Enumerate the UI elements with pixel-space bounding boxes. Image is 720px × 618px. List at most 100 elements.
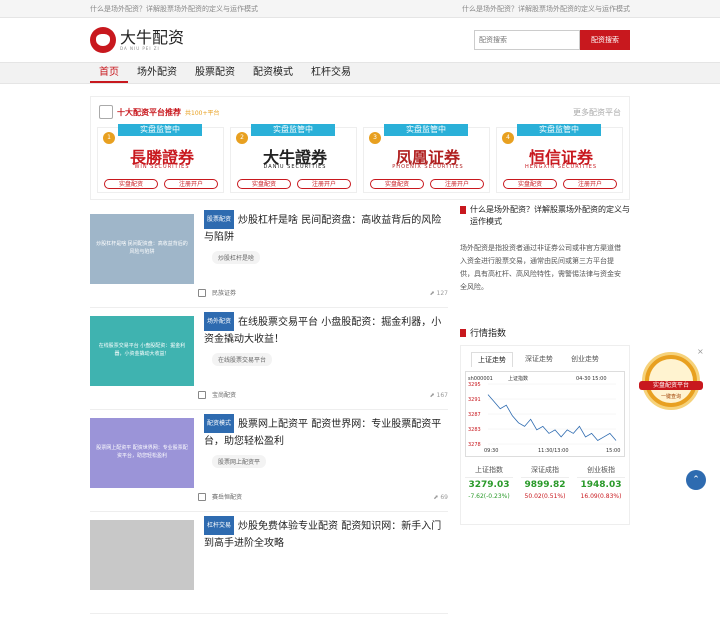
nav-item-stock[interactable]: 股票配资 [186, 63, 244, 83]
floating-badge-label: 实盘配资平台 [639, 381, 703, 390]
index-item: 上证指数 3279.03 -7.62(-0.23%) [465, 465, 513, 500]
article-list: 炒股杠杆是啥 民间配资盘：高收益背后的风险与陷阱 股票配资 炒股杠杆是啥 民间配资盘… [90, 210, 448, 618]
close-icon[interactable]: × [697, 347, 704, 356]
source-icon [198, 493, 206, 501]
real-trade-button[interactable]: 实盘配资 [104, 179, 158, 189]
article-source: 赛岳恒配资 [212, 494, 243, 501]
source-icon [198, 289, 206, 297]
list-item: 在线股票交易平台 小盘股配资：掘金利器，小资金撬动大收益！ 场外配资 在线股票交易平… [90, 312, 448, 410]
article-thumbnail[interactable]: 炒股杠杆是啥 民间配资盘：高收益背后的风险与陷阱 [90, 214, 194, 284]
list-item: 杠杆交易 炒股免费体验专业配资 配资知识网：新手入门到高手进阶全攻略 [90, 516, 448, 614]
platform-title: 十大配资平台推荐 [117, 107, 181, 117]
register-button[interactable]: 注册开户 [297, 179, 351, 189]
article-body: 股票配资 炒股杠杆是啥 民间配资盘：高收益背后的风险与陷阱 炒股杠杆是啥 民族证券 ⬈ … [194, 210, 448, 307]
article-keyword-tag[interactable]: 股票网上配资平 [212, 455, 267, 468]
article-thumbnail[interactable] [90, 520, 194, 590]
register-button[interactable]: 注册开户 [563, 179, 617, 189]
article-title[interactable]: 场外配资 在线股票交易平台 小盘股配资：掘金利器，小资金撬动大收益！ [204, 312, 448, 348]
nav-item-home[interactable]: 首页 [90, 63, 128, 83]
card-buttons: 实盘配资 注册开户 [104, 179, 218, 189]
article-thumbnail[interactable]: 在线股票交易平台 小盘股配资：掘金利器，小资金撬动大收益！ [90, 316, 194, 386]
article-thumbnail[interactable]: 股票网上配资平 配资世界网：专业股票配资平台，助您轻松盈利 [90, 418, 194, 488]
real-trade-button[interactable]: 实盘配资 [237, 179, 291, 189]
article-category-badge[interactable]: 股票配资 [204, 210, 235, 229]
register-button[interactable]: 注册开户 [164, 179, 218, 189]
article-title[interactable]: 杠杆交易 炒股免费体验专业配资 配资知识网：新手入门到高手进阶全攻略 [204, 516, 448, 552]
index-delta: 50.02(0.51%) [524, 493, 566, 500]
article-views: ⬈ 69 [433, 494, 448, 501]
y-tick-label: 3287 [468, 412, 481, 418]
article-keyword-tag[interactable]: 炒股杠杆是啥 [212, 251, 261, 264]
more-platforms-link[interactable]: 更多配资平台 [573, 107, 621, 118]
card-brand-eng: DANIU SECURITIES [263, 164, 327, 170]
index-name: 上证指数 [465, 465, 513, 478]
main-nav: 首页 场外配资 股票配资 配资模式 杠杆交易 [0, 62, 720, 84]
search-button[interactable]: 配资搜索 [580, 30, 630, 50]
x-tick-label: 09:30 [484, 448, 498, 454]
platform-card[interactable]: 实盘监管中 2 大牛證券 DANIU SECURITIES 实盘配资 注册开户 [230, 124, 357, 193]
site-logo[interactable]: 大牛配资 DA NIU PEI ZI [90, 27, 184, 53]
bookmark-icon [460, 206, 466, 214]
tab-shenzhen[interactable]: 深证走势 [519, 352, 559, 367]
card-rank-badge: 4 [502, 132, 514, 144]
top-bar-right-link[interactable]: 什么是场外配资？详解股票场外配资的定义与运作模式 [462, 4, 630, 14]
floating-platform-badge[interactable]: 实盘配资平台 一键查询 [639, 352, 703, 410]
index-values: 上证指数 3279.03 -7.62(-0.23%) 深证成指 9899.82 50.02… [461, 457, 629, 500]
card-status-tag: 实盘监管中 [517, 124, 601, 136]
article-title[interactable]: 配资模式 股票网上配资平 配资世界网：专业股票配资平台，助您轻松盈利 [204, 414, 448, 450]
article-views: ⬈ 167 [429, 392, 448, 399]
chart-time: 04-30 15:00 [576, 376, 607, 382]
article-source: 民族证券 [212, 290, 237, 297]
thumbnail-caption: 股票网上配资平 配资世界网：专业股票配资平台，助您轻松盈利 [96, 445, 188, 459]
card-rank-badge: 3 [369, 132, 381, 144]
article-keyword-tag[interactable]: 在线股票交易平台 [212, 353, 273, 366]
card-status-tag: 实盘监管中 [251, 124, 335, 136]
list-item: 股票网上配资平 配资世界网：专业股票配资平台，助您轻松盈利 配资模式 股票网上配资平… [90, 414, 448, 512]
platform-card[interactable]: 实盘监管中 3 凤凰证券 PHOENIX SECURITIES 实盘配资 注册开户 [363, 124, 490, 193]
card-buttons: 实盘配资 注册开户 [503, 179, 617, 189]
top-bar-left-link[interactable]: 什么是场外配资？详解股票场外配资的定义与运作模式 [90, 4, 258, 14]
nav-item-mode[interactable]: 配资模式 [244, 63, 302, 83]
article-category-badge[interactable]: 杠杆交易 [204, 516, 235, 535]
logo-name: 大牛配资 [120, 27, 185, 47]
back-to-top-button[interactable]: ⌃ [686, 470, 706, 490]
market-title: 行情指数 [460, 326, 506, 339]
tab-chinext[interactable]: 创业走势 [565, 352, 605, 367]
platform-card[interactable]: 实盘监管中 4 恒信证券 HENGXIN SECURITIES 实盘配资 注册开户 [496, 124, 623, 193]
x-tick-label: 11:30/13:00 [538, 448, 569, 454]
list-item: 炒股杠杆是啥 民间配资盘：高收益背后的风险与陷阱 股票配资 炒股杠杆是啥 民间配资盘… [90, 210, 448, 308]
register-button[interactable]: 注册开户 [430, 179, 484, 189]
sidebar-article-text: 场外配资是指投资者通过非证券公司或非官方渠道借入资金进行股票交易，通常由民间或第… [460, 244, 621, 291]
card-status-tag: 实盘监管中 [384, 124, 468, 136]
card-brand-eng: WIN SECURITIES [134, 164, 190, 170]
bull-logo-icon [90, 27, 116, 53]
sidebar: 什么是场外配资？详解股票场外配资的定义与运作模式 场外配资是指投资者通过非证券公… [460, 200, 630, 525]
tab-shanghai[interactable]: 上证走势 [471, 352, 513, 367]
platform-header: 十大配资平台推荐 共100+平台 更多配资平台 [91, 97, 629, 127]
article-title[interactable]: 股票配资 炒股杠杆是啥 民间配资盘：高收益背后的风险与陷阱 [204, 210, 448, 246]
y-tick-label: 3278 [468, 442, 481, 448]
article-category-badge[interactable]: 场外配资 [204, 312, 235, 331]
index-line [487, 394, 617, 441]
real-trade-button[interactable]: 实盘配资 [370, 179, 424, 189]
platform-count: 共100+平台 [185, 109, 220, 117]
article-body: 杠杆交易 炒股免费体验专业配资 配资知识网：新手入门到高手进阶全攻略 [194, 516, 448, 613]
card-buttons: 实盘配资 注册开户 [237, 179, 351, 189]
card-buttons: 实盘配资 注册开户 [370, 179, 484, 189]
search-input[interactable] [474, 30, 580, 50]
article-body: 配资模式 股票网上配资平 配资世界网：专业股票配资平台，助您轻松盈利股票网上配资平… [194, 414, 448, 511]
real-trade-button[interactable]: 实盘配资 [503, 179, 557, 189]
card-status-tag: 实盘监管中 [118, 124, 202, 136]
bookmark-icon [460, 328, 466, 337]
floating-badge-sub: 一键查询 [660, 394, 681, 400]
platform-card[interactable]: 实盘监管中 1 長勝證券 WIN SECURITIES 实盘配资 注册开户 [97, 124, 224, 193]
chart-name: 上证指数 [508, 375, 528, 382]
thumbnail-caption: 在线股票交易平台 小盘股配资：掘金利器，小资金撬动大收益！ [98, 343, 186, 357]
y-tick-label: 3291 [468, 397, 481, 403]
article-category-badge[interactable]: 配资模式 [204, 414, 235, 433]
source-icon [198, 391, 206, 399]
article-body: 场外配资 在线股票交易平台 小盘股配资：掘金利器，小资金撬动大收益！ 在线股票交易平… [194, 312, 448, 409]
nav-item-leverage[interactable]: 杠杆交易 [302, 63, 360, 83]
nav-item-offsite[interactable]: 场外配资 [128, 63, 186, 83]
sidebar-article-title[interactable]: 什么是场外配资？详解股票场外配资的定义与运作模式 [460, 200, 630, 228]
